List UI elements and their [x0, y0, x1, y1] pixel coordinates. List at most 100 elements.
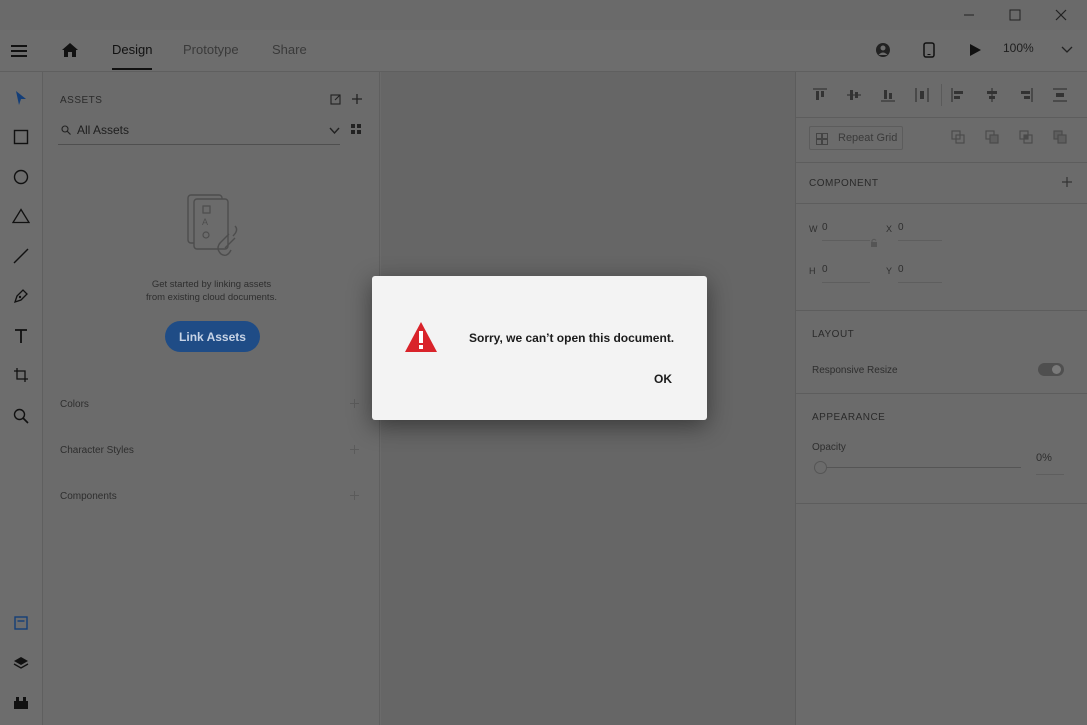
external-link-icon[interactable]	[329, 93, 341, 105]
line-tool-icon[interactable]	[11, 246, 31, 266]
boolean-subtract-icon[interactable]	[984, 129, 1000, 145]
toggle-knob	[1052, 365, 1061, 374]
tab-design[interactable]: Design	[112, 42, 152, 57]
distribute-vertical-icon[interactable]	[1052, 87, 1068, 103]
divider	[796, 503, 1087, 504]
ellipse-tool-icon[interactable]	[11, 167, 31, 187]
appearance-title: APPEARANCE	[812, 412, 886, 423]
boolean-add-icon[interactable]	[950, 129, 966, 145]
active-tab-underline	[112, 68, 152, 70]
lock-aspect-icon[interactable]	[869, 237, 879, 249]
repeat-grid-icon	[815, 132, 829, 146]
zoom-level[interactable]: 100%	[1003, 41, 1034, 55]
opacity-slider-track	[822, 467, 1021, 468]
toolbar-divider	[941, 84, 942, 106]
divider	[796, 310, 1087, 311]
tools-sidebar	[0, 72, 43, 725]
polygon-tool-icon[interactable]	[11, 206, 31, 226]
x-label: X	[886, 224, 893, 234]
dialog-message: Sorry, we can’t open this document.	[469, 331, 675, 345]
opacity-value-underline	[1036, 474, 1064, 475]
close-icon[interactable]	[1038, 0, 1084, 30]
minimize-icon[interactable]	[946, 0, 992, 30]
responsive-resize-toggle[interactable]	[1038, 363, 1064, 376]
divider	[796, 393, 1087, 394]
layout-title: LAYOUT	[812, 329, 855, 340]
width-label: W	[809, 224, 818, 234]
x-underline	[898, 240, 942, 241]
width-field[interactable]: 0	[822, 222, 828, 233]
align-right-icon[interactable]	[1018, 87, 1034, 103]
error-dialog: Sorry, we can’t open this document. OK	[372, 276, 707, 420]
app-toolbar: Design Prototype Share 100%	[0, 30, 1087, 72]
height-field[interactable]: 0	[822, 264, 828, 275]
x-field[interactable]: 0	[898, 222, 904, 233]
divider	[796, 203, 1087, 204]
assets-panel-icon[interactable]	[11, 613, 31, 633]
align-bottom-icon[interactable]	[880, 87, 896, 103]
plugins-icon[interactable]	[11, 693, 31, 713]
repeat-grid-button[interactable]: Repeat Grid	[809, 126, 903, 150]
asset-filter-value: All Assets	[77, 123, 130, 137]
boolean-exclude-icon[interactable]	[1052, 129, 1068, 145]
warning-icon	[404, 321, 438, 358]
ok-button[interactable]: OK	[654, 372, 672, 386]
align-left-icon[interactable]	[950, 87, 966, 103]
pen-tool-icon[interactable]	[11, 286, 31, 306]
distribute-horizontal-icon[interactable]	[914, 87, 930, 103]
y-field[interactable]: 0	[898, 264, 904, 275]
layers-icon[interactable]	[11, 653, 31, 673]
align-top-icon[interactable]	[812, 87, 828, 103]
repeat-grid-label: Repeat Grid	[838, 132, 898, 144]
asset-filter-dropdown[interactable]: All Assets	[58, 119, 340, 145]
title-bar	[0, 0, 1087, 30]
text-tool-icon[interactable]	[11, 326, 31, 346]
components-section-label: Components	[60, 491, 117, 502]
link-assets-button[interactable]: Link Assets	[165, 321, 260, 352]
assets-title: ASSETS	[60, 95, 103, 106]
boolean-intersect-icon[interactable]	[1018, 129, 1034, 145]
play-icon[interactable]	[967, 41, 983, 59]
opacity-label: Opacity	[812, 442, 846, 453]
home-icon[interactable]	[60, 41, 80, 59]
select-tool-icon[interactable]	[11, 88, 31, 108]
chevron-down-icon[interactable]	[1060, 43, 1074, 57]
colors-section-label: Colors	[60, 399, 89, 410]
align-center-icon[interactable]	[984, 87, 1000, 103]
add-character-style-icon[interactable]	[349, 444, 359, 454]
character-styles-section-label: Character Styles	[60, 445, 134, 456]
y-label: Y	[886, 266, 893, 276]
svg-text:A: A	[202, 217, 208, 227]
height-label: H	[809, 266, 816, 276]
artboard-tool-icon[interactable]	[11, 365, 31, 385]
hamburger-menu-icon[interactable]	[9, 42, 29, 60]
tab-share[interactable]: Share	[272, 42, 307, 57]
y-underline	[898, 282, 942, 283]
user-icon[interactable]	[874, 41, 892, 59]
rectangle-tool-icon[interactable]	[11, 127, 31, 147]
zoom-tool-icon[interactable]	[11, 406, 31, 426]
maximize-icon[interactable]	[992, 0, 1038, 30]
add-color-icon[interactable]	[349, 398, 359, 408]
assets-empty-text: Get started by linking assets from exist…	[43, 278, 380, 304]
add-component-state-icon[interactable]	[1060, 175, 1074, 189]
align-middle-icon[interactable]	[846, 87, 862, 103]
assets-panel: ASSETS All Assets A Get started by linki…	[43, 72, 380, 725]
add-component-icon[interactable]	[349, 490, 359, 500]
opacity-value[interactable]: 0%	[1036, 452, 1052, 464]
component-title: COMPONENT	[809, 178, 879, 189]
add-icon[interactable]	[350, 92, 364, 106]
grid-view-icon[interactable]	[350, 123, 362, 135]
height-underline	[822, 282, 870, 283]
opacity-slider[interactable]	[814, 461, 1021, 474]
tab-prototype[interactable]: Prototype	[183, 42, 239, 57]
mobile-preview-icon[interactable]	[922, 41, 936, 59]
divider	[796, 117, 1087, 118]
linked-assets-illustration-icon: A	[184, 190, 244, 260]
assets-empty-line1: Get started by linking assets	[151, 279, 272, 290]
property-inspector: Repeat Grid COMPONENT W 0 X 0 H 0 Y 0 LA…	[795, 72, 1087, 725]
width-underline	[822, 240, 870, 241]
responsive-resize-label: Responsive Resize	[812, 365, 898, 376]
opacity-slider-thumb[interactable]	[814, 461, 827, 474]
divider	[796, 162, 1087, 163]
